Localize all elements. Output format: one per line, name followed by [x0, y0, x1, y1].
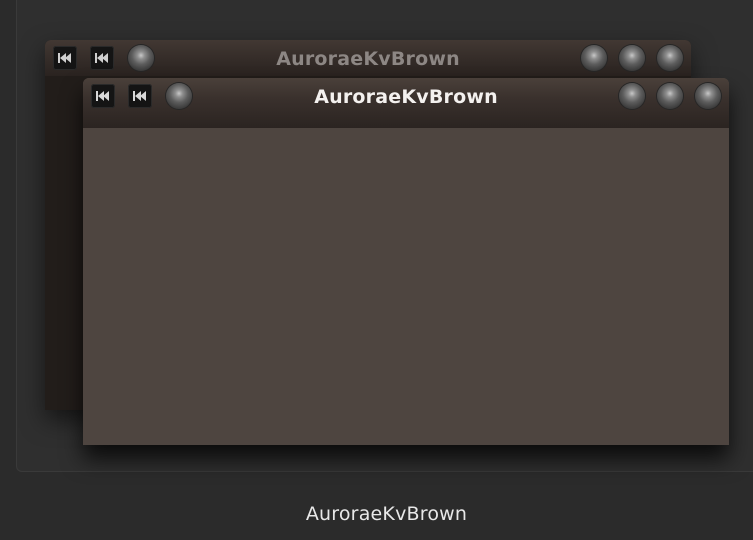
maximize-knob-icon [657, 83, 683, 109]
minimize-knob-icon [581, 45, 607, 71]
close-knob-icon [657, 45, 683, 71]
inactive-titlebar: AuroraeKvBrown [45, 40, 691, 76]
active-window-preview: AuroraeKvBrown [83, 78, 729, 445]
maximize-knob-icon [619, 45, 645, 71]
theme-name-label: AuroraeKvBrown [305, 503, 468, 525]
close-knob-icon [695, 83, 721, 109]
active-titlebar: AuroraeKvBrown [83, 78, 729, 128]
minimize-knob-icon [619, 83, 645, 109]
